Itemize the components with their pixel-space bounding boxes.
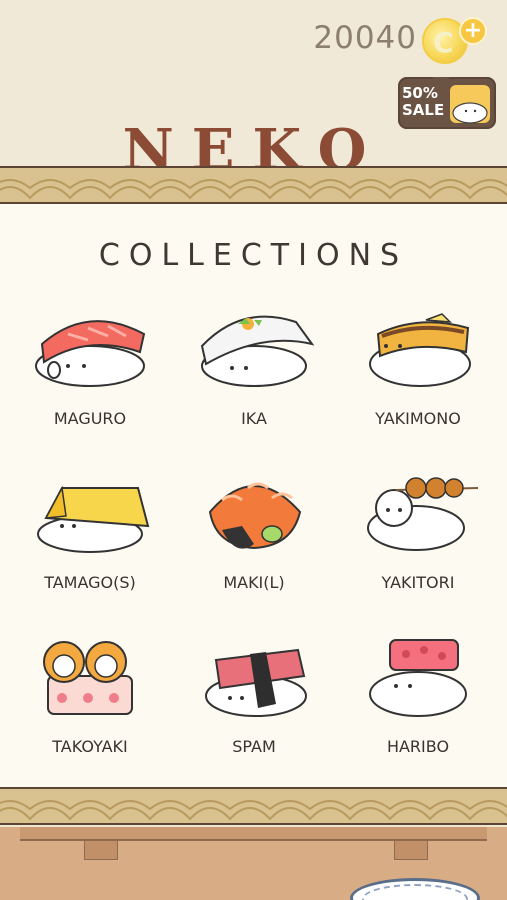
yakimono-sushi-cat-icon: [369, 313, 471, 387]
counter-shelf: [20, 827, 487, 841]
collection-item-yakimono[interactable]: YAKIMONO: [338, 304, 498, 454]
maki-sushi-cat-icon: [208, 482, 302, 550]
sale-percent: 50%: [402, 84, 438, 102]
item-label: MAKI(L): [223, 573, 285, 592]
game-title: NEKO: [122, 120, 385, 168]
collection-item-takoyaki[interactable]: TAKOYAKI: [10, 632, 170, 782]
takoyaki-cat-icon: [43, 641, 133, 715]
collection-item-tamago-s[interactable]: TAMAGO(S): [10, 468, 170, 618]
haribo-sushi-cat-icon: [369, 639, 467, 717]
sale-cat-icon: [450, 85, 490, 124]
shelf-leg-left: [84, 840, 118, 860]
spam-sushi-cat-icon: [205, 648, 307, 717]
item-label: IKA: [241, 409, 267, 428]
collection-item-haribo[interactable]: HARIBO: [338, 632, 498, 782]
yakitori-cat-icon: [367, 477, 479, 551]
item-label: YAKITORI: [381, 573, 455, 592]
maguro-sushi-cat-icon: [35, 320, 146, 387]
coin-count: 20040: [313, 20, 417, 56]
collection-item-ika[interactable]: IKA: [174, 304, 334, 454]
item-label: MAGURO: [53, 409, 127, 428]
sale-label: SALE: [402, 101, 445, 119]
tamago-sushi-cat-icon: [37, 485, 150, 553]
collection-item-spam[interactable]: SPAM: [174, 632, 334, 782]
ika-sushi-cat-icon: [200, 315, 315, 387]
item-label: YAKIMONO: [375, 409, 461, 428]
wave-band-bottom: [0, 787, 507, 825]
collection-item-maki-l[interactable]: MAKI(L): [174, 468, 334, 618]
add-coins-button[interactable]: +: [459, 17, 487, 45]
shelf-leg-right: [394, 840, 428, 860]
collections-title: COLLECTIONS: [98, 238, 409, 273]
collection-item-maguro[interactable]: MAGURO: [10, 304, 170, 454]
sale-badge-text: 50% SALE: [402, 85, 444, 119]
collections-panel: COLLECTIONS MAGURO IKA YAKIMONO TAMAGO(S…: [0, 204, 507, 787]
item-label: SPAM: [232, 737, 276, 756]
item-label: TAKOYAKI: [52, 737, 128, 756]
collection-item-yakitori[interactable]: YAKITORI: [338, 468, 498, 618]
item-label: HARIBO: [386, 737, 450, 756]
wave-band-top: [0, 166, 507, 204]
item-label: TAMAGO(S): [44, 573, 136, 592]
